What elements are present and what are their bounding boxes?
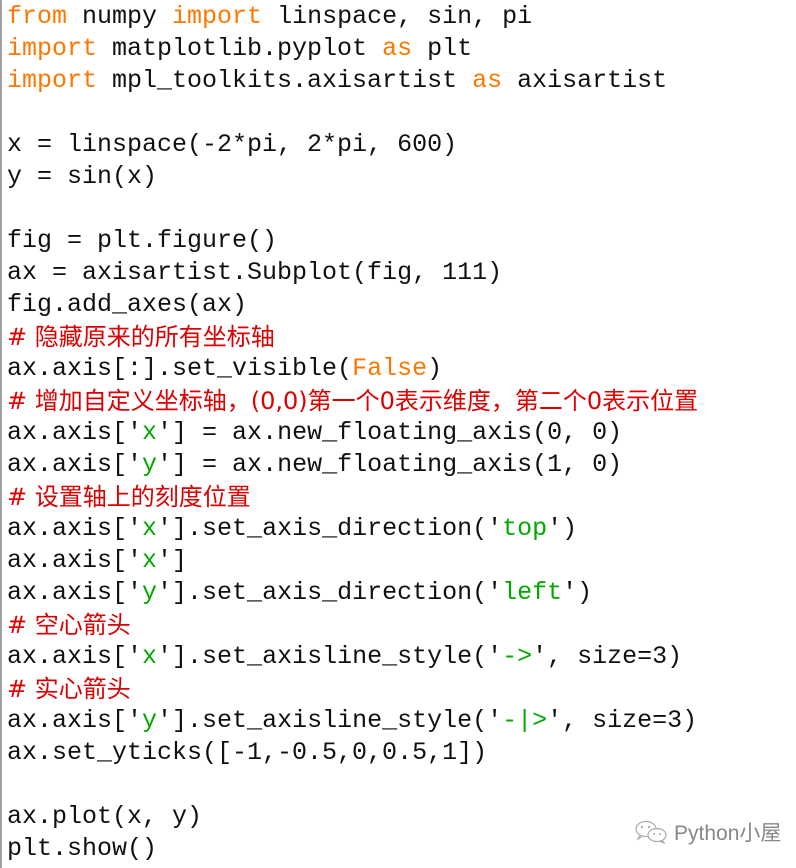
string-token: -|> [502, 706, 548, 735]
code-token: fig.add_axes(ax) [7, 290, 248, 319]
code-token: '] [157, 546, 188, 575]
code-line: y = sin(x) [7, 161, 698, 193]
code-token: ax.axis[' [7, 514, 143, 543]
code-token: linspace, sin, pi [262, 2, 533, 31]
code-token: '].set_axis_direction(' [157, 578, 503, 607]
keyword-token: as [472, 66, 503, 95]
comment-token: # 隐藏原来的所有坐标轴 [7, 323, 275, 351]
code-token: '] = ax.new_floating_axis(0, 0) [157, 418, 623, 447]
keyword-token: import [7, 66, 98, 95]
code-token: '] = ax.new_floating_axis(1, 0) [157, 450, 623, 479]
string-token: x [142, 514, 158, 543]
code-token: ') [562, 578, 593, 607]
string-token: y [142, 578, 158, 607]
code-line: ax.axis['y'].set_axisline_style('-|>', s… [7, 705, 698, 737]
code-token: fig = plt.figure() [7, 226, 278, 255]
string-token: left [502, 578, 563, 607]
code-line: fig.add_axes(ax) [7, 289, 698, 321]
keyword-token: from [7, 2, 68, 31]
code-editor: from numpy import linspace, sin, pi impor… [0, 0, 796, 868]
keyword-token: import [172, 2, 263, 31]
keyword-token: False [352, 354, 428, 383]
code-token: ax.axis[' [7, 546, 143, 575]
code-line: ax = axisartist.Subplot(fig, 111) [7, 257, 698, 289]
code-line: # 隐藏原来的所有坐标轴 [7, 321, 698, 353]
code-line: import mpl_toolkits.axisartist as axisar… [7, 65, 698, 97]
code-token: ax.axis[' [7, 706, 143, 735]
code-line: x = linspace(-2*pi, 2*pi, 600) [7, 129, 698, 161]
code-token: plt.show() [7, 834, 158, 863]
string-token: y [142, 706, 158, 735]
code-line: ax.axis[:].set_visible(False) [7, 353, 698, 385]
code-block: from numpy import linspace, sin, pi impor… [7, 1, 698, 865]
code-line: from numpy import linspace, sin, pi [7, 1, 698, 33]
code-token: ', size=3) [532, 642, 683, 671]
code-line: plt.show() [7, 833, 698, 865]
code-token: axisartist [502, 66, 668, 95]
code-token: ) [427, 354, 443, 383]
code-line: ax.axis['x'] = ax.new_floating_axis(0, 0… [7, 417, 698, 449]
code-line: import matplotlib.pyplot as plt [7, 33, 698, 65]
code-line: # 设置轴上的刻度位置 [7, 481, 698, 513]
comment-token: # 增加自定义坐标轴，(0,0)第一个0表示维度，第二个0表示位置 [7, 387, 699, 415]
code-line: ax.axis['x'].set_axis_direction('top') [7, 513, 698, 545]
code-line: ax.axis['x'].set_axisline_style('->', si… [7, 641, 698, 673]
comment-token: # 设置轴上的刻度位置 [7, 483, 251, 511]
string-token: x [142, 546, 158, 575]
code-line: fig = plt.figure() [7, 225, 698, 257]
watermark: Python小屋 [634, 817, 781, 847]
code-token: ax.set_yticks([-1,-0.5,0,0.5,1]) [7, 738, 488, 767]
code-line: ax.plot(x, y) [7, 801, 698, 833]
code-line: ax.set_yticks([-1,-0.5,0,0.5,1]) [7, 737, 698, 769]
comment-token: # 实心箭头 [7, 675, 131, 703]
code-token: numpy [67, 2, 173, 31]
code-line: # 增加自定义坐标轴，(0,0)第一个0表示维度，第二个0表示位置 [7, 385, 698, 417]
string-token: -> [502, 642, 533, 671]
code-line: ax.axis['y'] = ax.new_floating_axis(1, 0… [7, 449, 698, 481]
code-token: '].set_axisline_style(' [157, 706, 503, 735]
code-token: '].set_axis_direction(' [157, 514, 503, 543]
string-token: x [142, 418, 158, 447]
code-token: plt [412, 34, 473, 63]
code-line: ax.axis['x'] [7, 545, 698, 577]
code-token: ax.axis[' [7, 450, 143, 479]
code-token: '].set_axisline_style(' [157, 642, 503, 671]
code-line: # 实心箭头 [7, 673, 698, 705]
string-token: top [502, 514, 548, 543]
wechat-icon [635, 820, 667, 844]
comment-token: # 空心箭头 [7, 611, 131, 639]
string-token: x [142, 642, 158, 671]
code-token: ax.axis[:].set_visible( [7, 354, 353, 383]
code-token: y = sin(x) [7, 162, 158, 191]
code-token: ax = axisartist.Subplot(fig, 111) [7, 258, 503, 287]
code-token: ax.axis[' [7, 642, 143, 671]
code-token: ax.axis[' [7, 578, 143, 607]
code-token: x = linspace(-2*pi, 2*pi, 600) [7, 130, 458, 159]
string-token: y [142, 450, 158, 479]
code-token: ax.axis[' [7, 418, 143, 447]
code-line: # 空心箭头 [7, 609, 698, 641]
keyword-token: as [382, 34, 413, 63]
keyword-token: import [7, 34, 98, 63]
code-token: ax.plot(x, y) [7, 802, 203, 831]
code-token: ') [547, 514, 578, 543]
watermark-text: Python小屋 [674, 822, 782, 845]
code-token: mpl_toolkits.axisartist [97, 66, 473, 95]
code-token: matplotlib.pyplot [97, 34, 383, 63]
code-token: ', size=3) [547, 706, 698, 735]
code-line: ax.axis['y'].set_axis_direction('left') [7, 577, 698, 609]
